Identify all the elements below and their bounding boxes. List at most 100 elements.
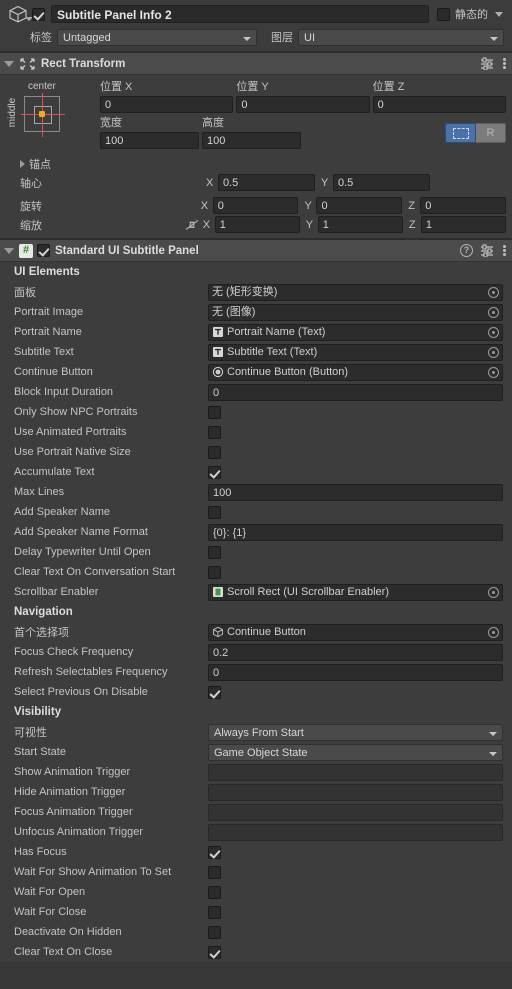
property-checkbox[interactable] (208, 405, 221, 419)
rect-transform-header[interactable]: Rect Transform (0, 53, 512, 75)
pivot-y-input[interactable]: 0.5 (333, 174, 430, 191)
property-row: Accumulate Text (0, 462, 512, 482)
text-input[interactable] (208, 803, 503, 821)
object-field[interactable]: 无 (图像) (208, 303, 503, 321)
number-input[interactable]: 0.2 (208, 643, 503, 661)
scale-y-input[interactable]: 1 (317, 216, 403, 233)
property-label: Refresh Selectables Frequency (14, 666, 168, 678)
number-input[interactable]: 100 (208, 483, 503, 501)
object-picker-icon[interactable] (488, 286, 499, 298)
anchor-vertical-label: middle (7, 97, 19, 128)
object-field-value: 无 (图像) (212, 306, 256, 318)
anchors-foldout-row[interactable]: 锚点 (6, 154, 506, 173)
property-row: Only Show NPC Portraits (0, 402, 512, 422)
property-row: Focus Check Frequency 0.2 (0, 642, 512, 662)
constrain-proportions-off-icon[interactable] (184, 219, 200, 231)
text-input[interactable] (208, 823, 503, 841)
object-field[interactable]: Continue Button (208, 623, 503, 641)
property-row: Select Previous On Disable (0, 682, 512, 702)
property-checkbox[interactable] (208, 505, 221, 519)
property-checkbox[interactable] (208, 445, 221, 459)
number-input[interactable]: 0 (208, 383, 503, 401)
object-picker-icon[interactable] (488, 586, 499, 598)
rotation-z-input[interactable]: 0 (420, 197, 506, 214)
text-input[interactable]: {0}: {1} (208, 523, 503, 541)
anchor-preset-widget[interactable]: center middle (6, 80, 100, 149)
object-picker-icon[interactable] (488, 626, 499, 638)
object-field[interactable]: Scroll Rect (UI Scrollbar Enabler) (208, 583, 503, 601)
preset-icon[interactable] (480, 57, 496, 71)
object-field[interactable]: 无 (矩形变换) (208, 283, 503, 301)
property-label: 面板 (14, 287, 36, 299)
pivot-label: 轴心 (20, 177, 42, 190)
property-label: Portrait Name (14, 326, 82, 338)
property-control (208, 823, 512, 841)
property-checkbox[interactable] (208, 565, 221, 579)
property-checkbox[interactable] (208, 865, 221, 879)
subtitle-panel-title: Standard UI Subtitle Panel (55, 244, 199, 257)
property-label: Add Speaker Name (14, 506, 110, 518)
rotation-x-input[interactable]: 0 (212, 197, 299, 214)
object-field[interactable]: Continue Button (Button) (208, 363, 503, 381)
more-options-icon[interactable] (503, 244, 507, 257)
object-picker-icon[interactable] (488, 346, 499, 358)
more-options-icon[interactable] (503, 57, 507, 70)
property-checkbox[interactable] (208, 925, 221, 939)
gameobject-active-checkbox[interactable] (32, 7, 45, 21)
object-picker-icon[interactable] (488, 326, 499, 338)
property-checkbox[interactable] (208, 885, 221, 899)
scale-x-input[interactable]: 1 (214, 216, 300, 233)
property-checkbox[interactable] (208, 465, 221, 479)
anchor-preset-box[interactable] (21, 93, 65, 137)
tag-dropdown[interactable]: Untagged (57, 28, 257, 46)
height-label: 高度 (202, 117, 224, 129)
property-checkbox[interactable] (208, 425, 221, 439)
preset-icon[interactable] (480, 244, 496, 258)
enum-dropdown[interactable]: Game Object State (208, 743, 503, 761)
layer-label: 图层 (271, 32, 293, 44)
object-picker-icon[interactable] (488, 366, 499, 378)
property-checkbox[interactable] (208, 685, 221, 699)
property-checkbox[interactable] (208, 905, 221, 919)
property-row: Continue Button Continue Button (Button) (0, 362, 512, 382)
text-input[interactable] (208, 783, 503, 801)
enum-dropdown[interactable]: Always From Start (208, 723, 503, 741)
property-row: 可视性 Always From Start (0, 722, 512, 742)
rotation-y-input[interactable]: 0 (316, 197, 403, 214)
property-row: Block Input Duration 0 (0, 382, 512, 402)
number-input[interactable]: 0 (208, 663, 503, 681)
object-field[interactable]: Subtitle Text (Text) (208, 343, 503, 361)
position-x-label: 位置 X (100, 81, 133, 93)
position-z-input[interactable]: 0 (372, 96, 506, 113)
help-icon[interactable]: ? (460, 244, 473, 257)
property-control: 无 (图像) (208, 303, 512, 321)
property-row: Clear Text On Conversation Start (0, 562, 512, 582)
object-picker-icon[interactable] (488, 306, 499, 318)
component-enabled-checkbox[interactable] (37, 244, 50, 257)
object-field-value: Subtitle Text (Text) (227, 346, 318, 358)
pivot-x-input[interactable]: 0.5 (218, 174, 315, 191)
foldout-arrow-icon[interactable] (4, 60, 14, 67)
foldout-arrow-icon[interactable] (4, 247, 14, 254)
position-y-input[interactable]: 0 (236, 96, 370, 113)
object-field[interactable]: Portrait Name (Text) (208, 323, 503, 341)
subtitle-panel-header[interactable]: # Standard UI Subtitle Panel ? (0, 240, 512, 262)
cube-icon[interactable] (6, 4, 33, 24)
static-checkbox[interactable] (437, 7, 450, 21)
chevron-right-icon[interactable] (20, 159, 25, 168)
raw-edit-mode-button[interactable]: R (476, 123, 506, 143)
property-checkbox[interactable] (208, 945, 221, 959)
height-input[interactable]: 100 (202, 132, 301, 149)
blueprint-mode-button[interactable] (445, 123, 476, 143)
gameobject-name-input[interactable]: Subtitle Panel Info 2 (51, 5, 429, 23)
property-checkbox[interactable] (208, 845, 221, 859)
property-checkbox[interactable] (208, 545, 221, 559)
static-dropdown-arrow[interactable] (495, 11, 503, 17)
object-field-value: Continue Button (Button) (227, 366, 349, 378)
text-input[interactable] (208, 763, 503, 781)
layer-dropdown[interactable]: UI (298, 28, 504, 46)
scale-z-input[interactable]: 1 (420, 216, 507, 233)
width-input[interactable]: 100 (100, 132, 199, 149)
position-x-input[interactable]: 0 (100, 96, 234, 113)
property-label: Portrait Image (14, 306, 84, 318)
